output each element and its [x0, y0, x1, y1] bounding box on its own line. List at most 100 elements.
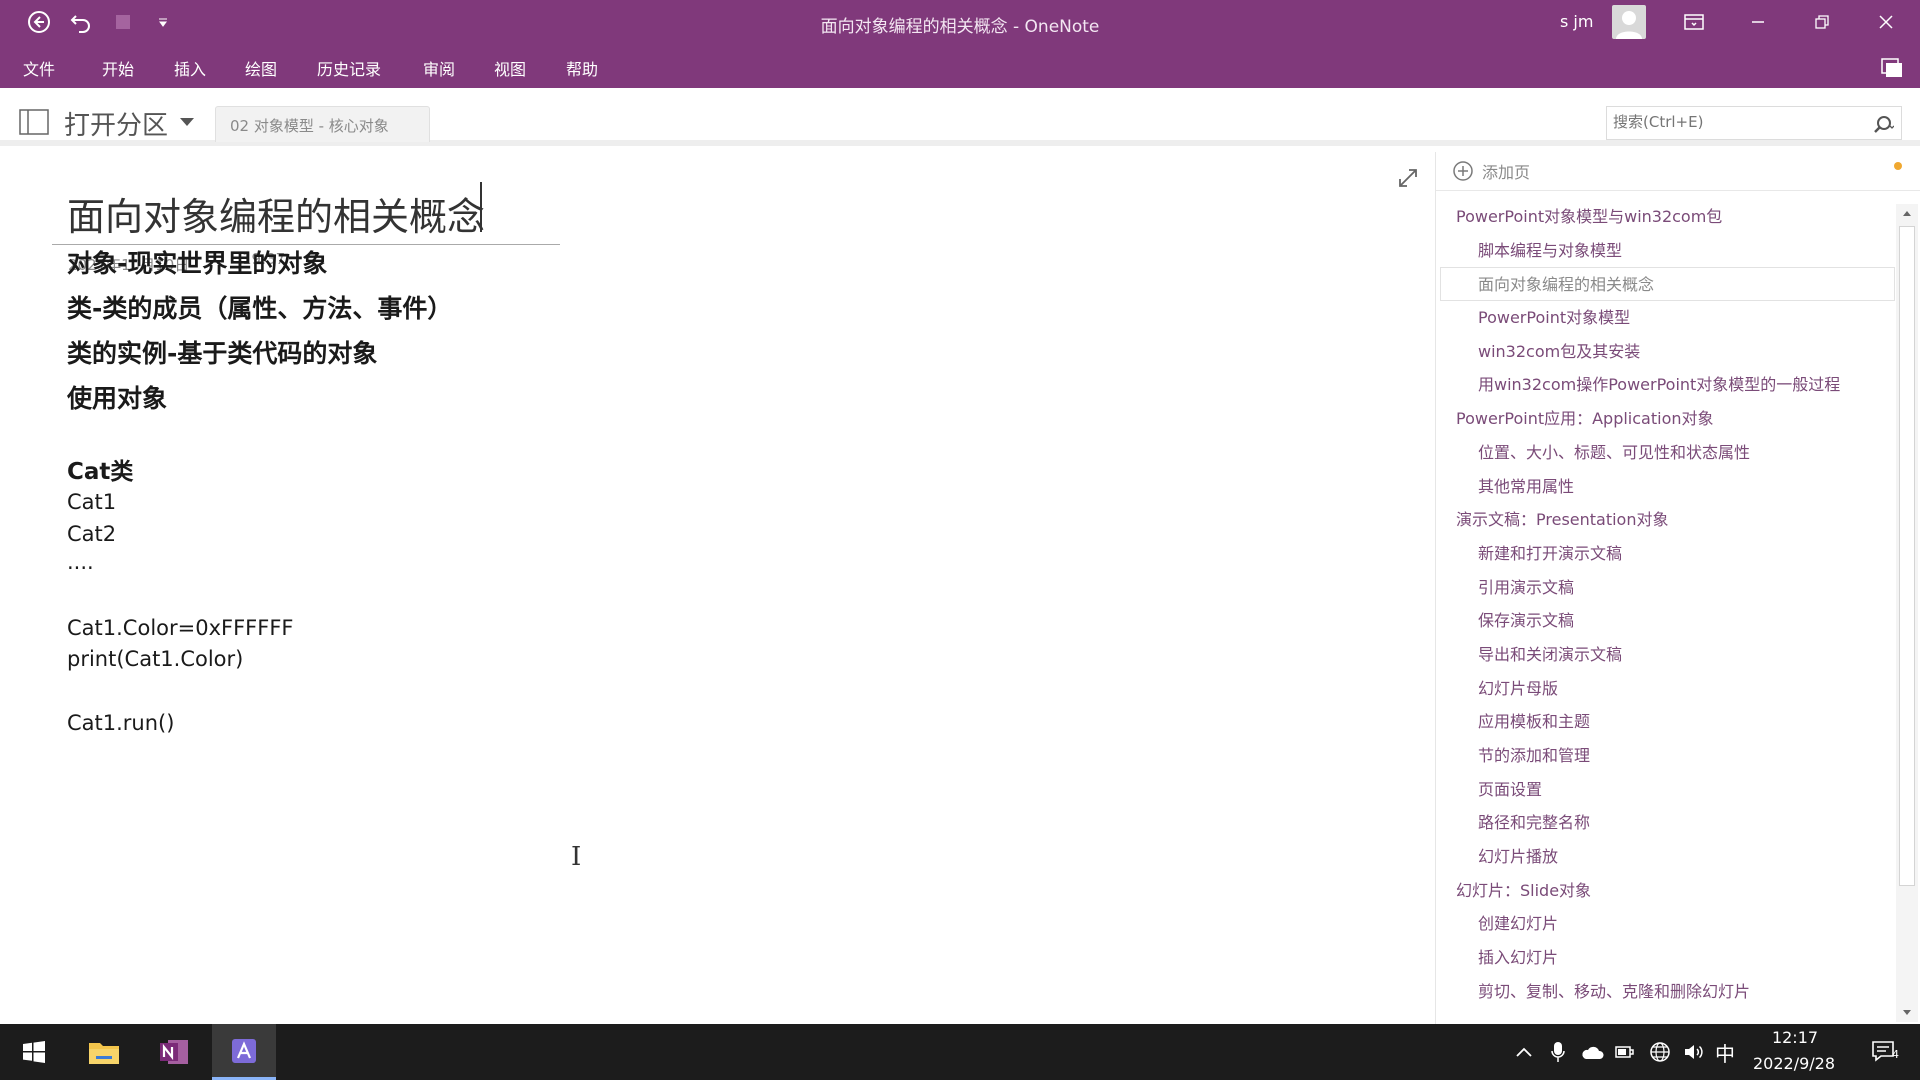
- dock-button[interactable]: [108, 8, 138, 36]
- search-icon[interactable]: [1872, 114, 1894, 136]
- page-list-item[interactable]: 应用模板和主题: [1436, 705, 1891, 739]
- restore-button[interactable]: [1792, 0, 1852, 44]
- taskbar-onenote[interactable]: [142, 1024, 206, 1080]
- add-page-label: 添加页: [1482, 163, 1531, 182]
- page-list-item-selected[interactable]: 面向对象编程的相关概念: [1440, 267, 1895, 302]
- page-list-item[interactable]: 节的添加和管理: [1436, 739, 1891, 773]
- note-line-cat-class[interactable]: Cat类: [67, 452, 133, 486]
- page-list-item[interactable]: 用win32com操作PowerPoint对象模型的一般过程: [1436, 368, 1891, 402]
- note-line-object[interactable]: 对象-现实世界里的对象: [67, 244, 327, 280]
- clock-date[interactable]: 2022/9/28: [1742, 1054, 1846, 1073]
- page-list-item[interactable]: PowerPoint对象模型: [1436, 301, 1891, 335]
- note-line-class[interactable]: 类-类的成员（属性、方法、事件）: [67, 289, 452, 325]
- tray-onedrive[interactable]: [1580, 1040, 1604, 1064]
- tray-volume[interactable]: [1682, 1040, 1706, 1064]
- tray-battery[interactable]: [1614, 1040, 1638, 1064]
- clock-time[interactable]: 12:17: [1760, 1028, 1830, 1047]
- page-list-item[interactable]: 保存演示文稿: [1436, 604, 1891, 638]
- back-button[interactable]: [24, 8, 54, 36]
- menu-history[interactable]: 历史记录: [317, 56, 381, 80]
- page-list-item[interactable]: win32com包及其安装: [1436, 335, 1891, 369]
- avatar[interactable]: [1612, 5, 1646, 39]
- page-list-item[interactable]: 幻灯片：Slide对象: [1436, 874, 1891, 908]
- taskbar: 中 12:17 2022/9/28 4: [0, 1024, 1920, 1080]
- scroll-up-button[interactable]: [1896, 204, 1918, 222]
- note-line-run[interactable]: Cat1.run(): [67, 711, 174, 735]
- search-input[interactable]: [1613, 113, 1853, 131]
- tray-network[interactable]: [1648, 1040, 1672, 1064]
- taskbar-file-explorer[interactable]: [72, 1024, 136, 1080]
- page-list-item[interactable]: 脚本编程与对象模型: [1436, 234, 1891, 268]
- page-list-item[interactable]: 导出和关闭演示文稿: [1436, 638, 1891, 672]
- page-list-item[interactable]: 幻灯片播放: [1436, 840, 1891, 874]
- page-list-item[interactable]: PowerPoint应用：Application对象: [1436, 402, 1891, 436]
- page-list-item[interactable]: 创建幻灯片: [1436, 907, 1891, 941]
- menu-view[interactable]: 视图: [494, 56, 526, 80]
- page-list-item[interactable]: 新建和打开演示文稿: [1436, 537, 1891, 571]
- note-line-use-object[interactable]: 使用对象: [67, 379, 167, 415]
- menu-insert[interactable]: 插入: [174, 56, 206, 80]
- scrollbar-thumb[interactable]: [1899, 226, 1915, 886]
- section-bar: 打开分区 02 对象模型 - 核心对象: [0, 88, 1920, 146]
- chevron-up-icon: [1903, 211, 1911, 216]
- pane-divider: [1436, 190, 1920, 191]
- page-list-item[interactable]: 路径和完整名称: [1436, 806, 1891, 840]
- close-icon: [1879, 15, 1893, 29]
- notebook-icon[interactable]: [18, 108, 50, 136]
- ribbon-display-options-button[interactable]: [1664, 0, 1724, 44]
- chevron-up-icon: [1516, 1047, 1532, 1057]
- menu-draw[interactable]: 绘图: [245, 56, 277, 80]
- close-button[interactable]: [1856, 0, 1916, 44]
- page-list-item[interactable]: 演示文稿：Presentation对象: [1436, 503, 1891, 537]
- note-line-ellipsis[interactable]: ....: [67, 550, 94, 574]
- notifications-button[interactable]: [1880, 56, 1904, 80]
- ribbon-display-icon: [1684, 14, 1704, 30]
- page-list-item[interactable]: 引用演示文稿: [1436, 571, 1891, 605]
- menu-review[interactable]: 审阅: [423, 56, 455, 80]
- taskbar-active-app[interactable]: [212, 1024, 276, 1080]
- page-list-item[interactable]: 幻灯片母版: [1436, 672, 1891, 706]
- pane-status-dot: [1894, 162, 1902, 170]
- note-line-print-color[interactable]: print(Cat1.Color): [67, 647, 243, 671]
- page-canvas[interactable]: 面向对象编程的相关概念 2021年10月10日 19:37 对象-现实世界里的对…: [0, 152, 1435, 1024]
- page-pane: 添加页 PowerPoint对象模型与win32com包 脚本编程与对象模型 面向对…: [1435, 152, 1920, 1024]
- page-list-item[interactable]: 插入幻灯片: [1436, 941, 1891, 975]
- chevron-down-icon[interactable]: [180, 118, 194, 126]
- open-section-label[interactable]: 打开分区: [64, 105, 168, 142]
- note-line-instance[interactable]: 类的实例-基于类代码的对象: [67, 334, 377, 370]
- page-list-item[interactable]: 位置、大小、标题、可见性和状态属性: [1436, 436, 1891, 470]
- minimize-button[interactable]: [1728, 0, 1788, 44]
- menu-home[interactable]: 开始: [102, 56, 134, 80]
- action-center-button[interactable]: 4: [1868, 1040, 1904, 1064]
- note-line-set-color[interactable]: Cat1.Color=0xFFFFFF: [67, 616, 294, 640]
- globe-icon: [1650, 1042, 1670, 1062]
- page-title[interactable]: 面向对象编程的相关概念: [67, 186, 485, 241]
- expand-icon[interactable]: [1396, 166, 1420, 190]
- windows-start-icon: [23, 1041, 45, 1063]
- notification-count-badge: 4: [1892, 1048, 1899, 1061]
- start-button[interactable]: [2, 1024, 66, 1080]
- menu-file[interactable]: 文件: [23, 56, 55, 80]
- page-list-item[interactable]: PowerPoint对象模型与win32com包: [1436, 200, 1891, 234]
- folder-icon: [89, 1043, 119, 1064]
- scroll-down-button[interactable]: [1896, 1004, 1918, 1022]
- page-list-item[interactable]: 剪切、复制、移动、克隆和删除幻灯片: [1436, 975, 1891, 1009]
- note-line-cat2[interactable]: Cat2: [67, 522, 116, 546]
- page-list-scrollbar[interactable]: [1896, 204, 1918, 1022]
- page-list-item[interactable]: 页面设置: [1436, 773, 1891, 807]
- menu-help[interactable]: 帮助: [566, 56, 598, 80]
- section-tab[interactable]: 02 对象模型 - 核心对象: [215, 106, 430, 142]
- speaker-icon: [1685, 1045, 1703, 1059]
- input-method-indicator[interactable]: 中: [1715, 1038, 1735, 1067]
- undo-button[interactable]: [66, 8, 96, 36]
- quick-access-customize-button[interactable]: [148, 8, 178, 36]
- tray-expand-button[interactable]: [1512, 1040, 1536, 1064]
- search-box[interactable]: [1606, 106, 1902, 140]
- tray-microphone[interactable]: [1546, 1040, 1570, 1064]
- page-list-item[interactable]: 其他常用属性: [1436, 470, 1891, 504]
- user-name[interactable]: s jm: [1560, 12, 1593, 31]
- add-page-button[interactable]: 添加页: [1452, 156, 1530, 186]
- customize-arrow-icon: [159, 18, 167, 27]
- text-cursor: I: [571, 842, 582, 872]
- note-line-cat1[interactable]: Cat1: [67, 490, 116, 514]
